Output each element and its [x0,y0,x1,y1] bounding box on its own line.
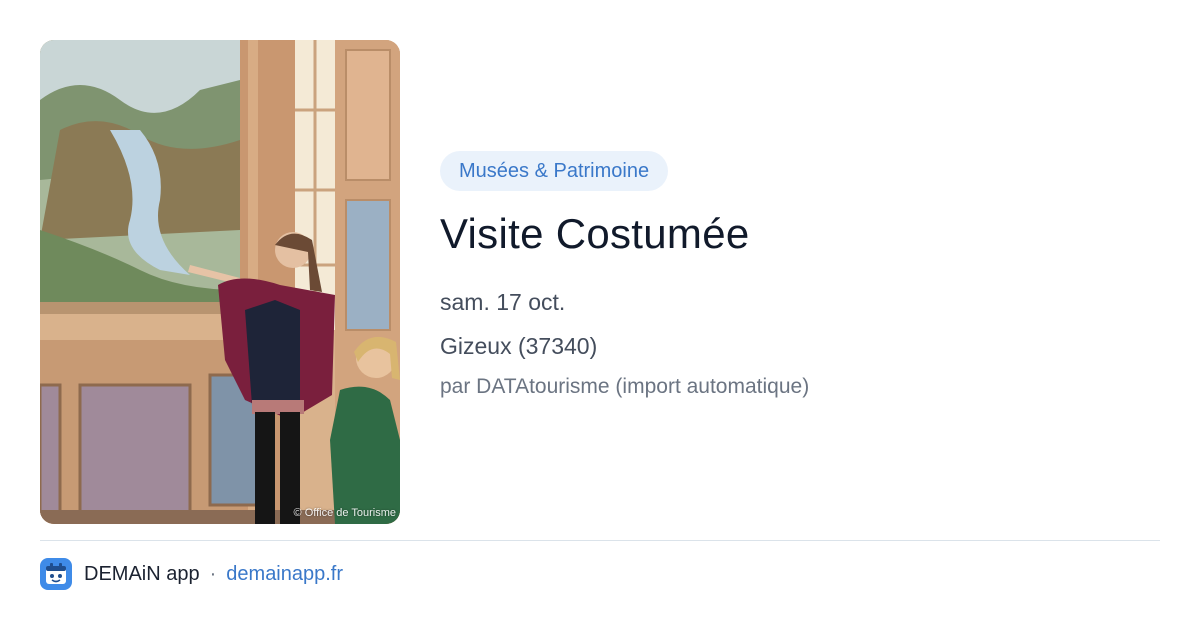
photo-credit: © Office de Tourisme [293,507,396,519]
calendar-app-icon [40,558,72,590]
event-card[interactable]: © Office de Tourisme Musées & Patrimoine… [0,0,1200,630]
event-photo: © Office de Tourisme [40,40,400,524]
photo-illustration [40,40,400,524]
event-location: Gizeux (37340) [440,333,598,359]
footer-divider [40,540,1160,541]
event-title[interactable]: Visite Costumée [440,209,1160,259]
footer-separator: · [209,562,217,585]
app-website-link[interactable]: demainapp.fr [226,563,343,586]
event-date: sam. 17 oct. [440,289,566,315]
event-info: Musées & Patrimoine Visite Costumée sam.… [440,151,1160,401]
event-author: par DATAtourisme (import automatique) [440,375,810,398]
footer: DEMAiN app · demainapp.fr [40,557,343,591]
app-name: DEMAiN app [84,562,200,585]
category-badge[interactable]: Musées & Patrimoine [440,151,669,191]
